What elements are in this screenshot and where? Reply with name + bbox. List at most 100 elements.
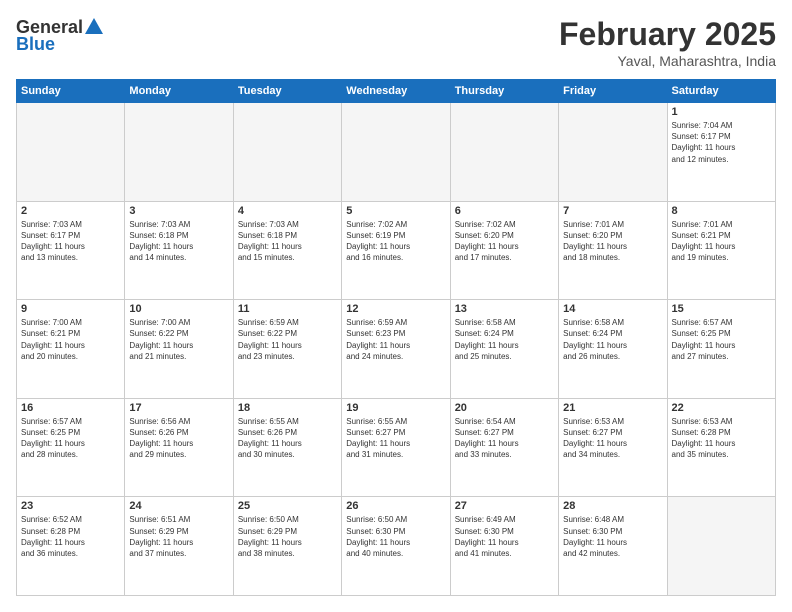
day-number: 15 bbox=[672, 303, 771, 315]
day-info: Sunrise: 6:55 AM Sunset: 6:27 PM Dayligh… bbox=[346, 416, 445, 461]
day-number: 27 bbox=[455, 500, 554, 512]
table-row: 14 Sunrise: 6:58 AM Sunset: 6:24 PM Dayli… bbox=[559, 300, 667, 399]
day-number: 3 bbox=[129, 205, 228, 217]
table-row bbox=[125, 103, 233, 202]
day-info: Sunrise: 7:00 AM Sunset: 6:21 PM Dayligh… bbox=[21, 317, 120, 362]
table-row: 6Sunrise: 7:02 AM Sunset: 6:20 PM Daylig… bbox=[450, 201, 558, 300]
title-block: February 2025 Yaval, Maharashtra, India bbox=[559, 16, 776, 69]
calendar-week-row: 16 Sunrise: 6:57 AM Sunset: 6:25 PM Dayli… bbox=[17, 398, 776, 497]
table-row bbox=[17, 103, 125, 202]
day-info: Sunrise: 6:54 AM Sunset: 6:27 PM Dayligh… bbox=[455, 416, 554, 461]
table-row: 19 Sunrise: 6:55 AM Sunset: 6:27 PM Dayli… bbox=[342, 398, 450, 497]
day-info: Sunrise: 6:48 AM Sunset: 6:30 PM Dayligh… bbox=[563, 514, 662, 559]
day-number: 23 bbox=[21, 500, 120, 512]
day-number: 14 bbox=[563, 303, 662, 315]
day-number: 5 bbox=[346, 205, 445, 217]
sub-title: Yaval, Maharashtra, India bbox=[559, 53, 776, 69]
day-number: 4 bbox=[238, 205, 337, 217]
table-row: 4 Sunrise: 7:03 AM Sunset: 6:18 PM Daylig… bbox=[233, 201, 341, 300]
calendar-week-row: 1 Sunrise: 7:04 AM Sunset: 6:17 PM Daylig… bbox=[17, 103, 776, 202]
day-number: 11 bbox=[238, 303, 337, 315]
day-info: Sunrise: 6:50 AM Sunset: 6:29 PM Dayligh… bbox=[238, 514, 337, 559]
day-info: Sunrise: 6:56 AM Sunset: 6:26 PM Dayligh… bbox=[129, 416, 228, 461]
col-thursday: Thursday bbox=[450, 80, 558, 103]
day-number: 10 bbox=[129, 303, 228, 315]
table-row bbox=[233, 103, 341, 202]
col-saturday: Saturday bbox=[667, 80, 775, 103]
table-row bbox=[450, 103, 558, 202]
day-info: Sunrise: 7:01 AM Sunset: 6:20 PM Dayligh… bbox=[563, 219, 662, 264]
table-row: 13Sunrise: 6:58 AM Sunset: 6:24 PM Dayli… bbox=[450, 300, 558, 399]
day-info: Sunrise: 6:58 AM Sunset: 6:24 PM Dayligh… bbox=[563, 317, 662, 362]
day-info: Sunrise: 7:02 AM Sunset: 6:20 PM Dayligh… bbox=[455, 219, 554, 264]
col-sunday: Sunday bbox=[17, 80, 125, 103]
table-row: 10 Sunrise: 7:00 AM Sunset: 6:22 PM Dayli… bbox=[125, 300, 233, 399]
table-row: 3 Sunrise: 7:03 AM Sunset: 6:18 PM Daylig… bbox=[125, 201, 233, 300]
day-info: Sunrise: 6:59 AM Sunset: 6:22 PM Dayligh… bbox=[238, 317, 337, 362]
day-number: 17 bbox=[129, 402, 228, 414]
day-number: 18 bbox=[238, 402, 337, 414]
day-info: Sunrise: 6:50 AM Sunset: 6:30 PM Dayligh… bbox=[346, 514, 445, 559]
day-info: Sunrise: 6:53 AM Sunset: 6:27 PM Dayligh… bbox=[563, 416, 662, 461]
day-number: 7 bbox=[563, 205, 662, 217]
day-info: Sunrise: 6:52 AM Sunset: 6:28 PM Dayligh… bbox=[21, 514, 120, 559]
logo: General Blue bbox=[16, 16, 105, 55]
table-row bbox=[342, 103, 450, 202]
day-info: Sunrise: 6:51 AM Sunset: 6:29 PM Dayligh… bbox=[129, 514, 228, 559]
day-number: 24 bbox=[129, 500, 228, 512]
day-number: 1 bbox=[672, 106, 771, 118]
calendar-week-row: 9 Sunrise: 7:00 AM Sunset: 6:21 PM Daylig… bbox=[17, 300, 776, 399]
calendar-table: Sunday Monday Tuesday Wednesday Thursday… bbox=[16, 79, 776, 596]
table-row: 11 Sunrise: 6:59 AM Sunset: 6:22 PM Dayli… bbox=[233, 300, 341, 399]
day-number: 28 bbox=[563, 500, 662, 512]
day-info: Sunrise: 7:04 AM Sunset: 6:17 PM Dayligh… bbox=[672, 120, 771, 165]
day-number: 22 bbox=[672, 402, 771, 414]
table-row: 20 Sunrise: 6:54 AM Sunset: 6:27 PM Dayli… bbox=[450, 398, 558, 497]
table-row: 2 Sunrise: 7:03 AM Sunset: 6:17 PM Daylig… bbox=[17, 201, 125, 300]
col-tuesday: Tuesday bbox=[233, 80, 341, 103]
table-row: 9 Sunrise: 7:00 AM Sunset: 6:21 PM Daylig… bbox=[17, 300, 125, 399]
day-number: 12 bbox=[346, 303, 445, 315]
table-row: 27Sunrise: 6:49 AM Sunset: 6:30 PM Dayli… bbox=[450, 497, 558, 596]
table-row: 7 Sunrise: 7:01 AM Sunset: 6:20 PM Daylig… bbox=[559, 201, 667, 300]
day-info: Sunrise: 7:00 AM Sunset: 6:22 PM Dayligh… bbox=[129, 317, 228, 362]
table-row: 21Sunrise: 6:53 AM Sunset: 6:27 PM Dayli… bbox=[559, 398, 667, 497]
day-info: Sunrise: 7:03 AM Sunset: 6:18 PM Dayligh… bbox=[238, 219, 337, 264]
table-row: 18Sunrise: 6:55 AM Sunset: 6:26 PM Dayli… bbox=[233, 398, 341, 497]
table-row: 28 Sunrise: 6:48 AM Sunset: 6:30 PM Dayli… bbox=[559, 497, 667, 596]
table-row: 12 Sunrise: 6:59 AM Sunset: 6:23 PM Dayli… bbox=[342, 300, 450, 399]
day-info: Sunrise: 6:58 AM Sunset: 6:24 PM Dayligh… bbox=[455, 317, 554, 362]
day-info: Sunrise: 6:57 AM Sunset: 6:25 PM Dayligh… bbox=[21, 416, 120, 461]
day-number: 19 bbox=[346, 402, 445, 414]
table-row: 24 Sunrise: 6:51 AM Sunset: 6:29 PM Dayli… bbox=[125, 497, 233, 596]
day-info: Sunrise: 6:57 AM Sunset: 6:25 PM Dayligh… bbox=[672, 317, 771, 362]
header: General Blue February 2025 Yaval, Mahara… bbox=[16, 16, 776, 69]
day-info: Sunrise: 6:53 AM Sunset: 6:28 PM Dayligh… bbox=[672, 416, 771, 461]
day-number: 8 bbox=[672, 205, 771, 217]
col-friday: Friday bbox=[559, 80, 667, 103]
table-row: 15 Sunrise: 6:57 AM Sunset: 6:25 PM Dayli… bbox=[667, 300, 775, 399]
day-info: Sunrise: 7:02 AM Sunset: 6:19 PM Dayligh… bbox=[346, 219, 445, 264]
table-row bbox=[559, 103, 667, 202]
table-row: 8 Sunrise: 7:01 AM Sunset: 6:21 PM Daylig… bbox=[667, 201, 775, 300]
table-row: 26Sunrise: 6:50 AM Sunset: 6:30 PM Dayli… bbox=[342, 497, 450, 596]
main-title: February 2025 bbox=[559, 16, 776, 53]
day-info: Sunrise: 6:59 AM Sunset: 6:23 PM Dayligh… bbox=[346, 317, 445, 362]
calendar-week-row: 2 Sunrise: 7:03 AM Sunset: 6:17 PM Daylig… bbox=[17, 201, 776, 300]
day-number: 9 bbox=[21, 303, 120, 315]
col-monday: Monday bbox=[125, 80, 233, 103]
page: General Blue February 2025 Yaval, Mahara… bbox=[0, 0, 792, 612]
table-row: 23 Sunrise: 6:52 AM Sunset: 6:28 PM Dayli… bbox=[17, 497, 125, 596]
table-row: 17 Sunrise: 6:56 AM Sunset: 6:26 PM Dayli… bbox=[125, 398, 233, 497]
table-row: 22 Sunrise: 6:53 AM Sunset: 6:28 PM Dayli… bbox=[667, 398, 775, 497]
day-info: Sunrise: 7:01 AM Sunset: 6:21 PM Dayligh… bbox=[672, 219, 771, 264]
day-number: 2 bbox=[21, 205, 120, 217]
day-info: Sunrise: 7:03 AM Sunset: 6:17 PM Dayligh… bbox=[21, 219, 120, 264]
day-info: Sunrise: 7:03 AM Sunset: 6:18 PM Dayligh… bbox=[129, 219, 228, 264]
col-wednesday: Wednesday bbox=[342, 80, 450, 103]
day-number: 16 bbox=[21, 402, 120, 414]
table-row: 1 Sunrise: 7:04 AM Sunset: 6:17 PM Daylig… bbox=[667, 103, 775, 202]
day-number: 20 bbox=[455, 402, 554, 414]
table-row: 16 Sunrise: 6:57 AM Sunset: 6:25 PM Dayli… bbox=[17, 398, 125, 497]
calendar-header-row: Sunday Monday Tuesday Wednesday Thursday… bbox=[17, 80, 776, 103]
